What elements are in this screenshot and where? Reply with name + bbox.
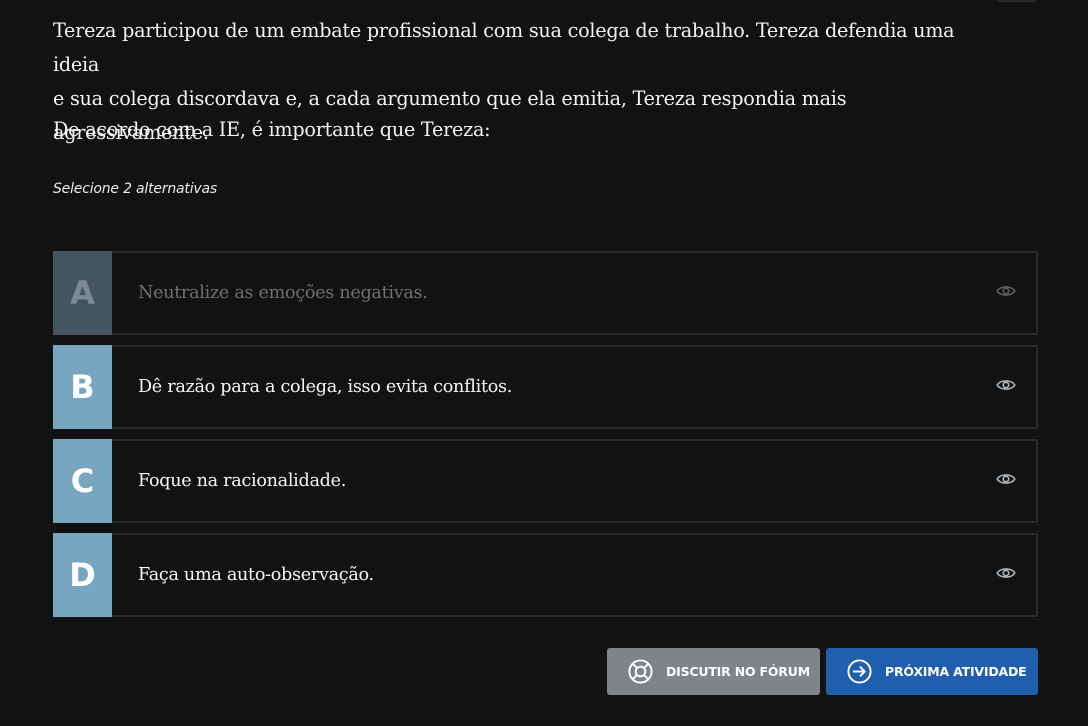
option-letter-c: C: [53, 439, 112, 523]
option-letter-d: D: [53, 533, 112, 617]
option-text-c: Foque na racionalidade.: [138, 471, 347, 491]
option-b[interactable]: B Dê razão para a colega, isso evita con…: [53, 345, 1038, 429]
option-letter-a: A: [53, 251, 112, 335]
selection-instruction: Selecione 2 alternativas: [53, 181, 217, 197]
discuss-forum-button[interactable]: DISCUTIR NO FÓRUM: [607, 648, 820, 695]
eye-icon[interactable]: [976, 535, 1036, 615]
arrow-circle-right-icon: [847, 659, 872, 684]
option-text-d: Faça uma auto-observação.: [138, 565, 374, 585]
question-line-1: Tereza participou de um embate profissio…: [53, 19, 955, 76]
eye-icon[interactable]: [976, 253, 1036, 333]
options-list: A Neutralize as emoções negativas. B Dê …: [53, 251, 1038, 627]
eye-icon[interactable]: [976, 441, 1036, 521]
top-corner-tab: [997, 0, 1037, 2]
question-prompt: De acordo com a IE, é importante que Ter…: [53, 118, 491, 141]
next-activity-button[interactable]: PRÓXIMA ATIVIDADE: [826, 648, 1038, 695]
lifebuoy-icon: [628, 659, 653, 684]
option-letter-b: B: [53, 345, 112, 429]
option-text-b: Dê razão para a colega, isso evita confl…: [138, 377, 513, 397]
option-a[interactable]: A Neutralize as emoções negativas.: [53, 251, 1038, 335]
option-text-a: Neutralize as emoções negativas.: [138, 283, 428, 303]
eye-icon[interactable]: [976, 347, 1036, 427]
next-activity-label: PRÓXIMA ATIVIDADE: [885, 664, 1027, 679]
discuss-forum-label: DISCUTIR NO FÓRUM: [666, 664, 810, 679]
option-c[interactable]: C Foque na racionalidade.: [53, 439, 1038, 523]
option-d[interactable]: D Faça uma auto-observação.: [53, 533, 1038, 617]
